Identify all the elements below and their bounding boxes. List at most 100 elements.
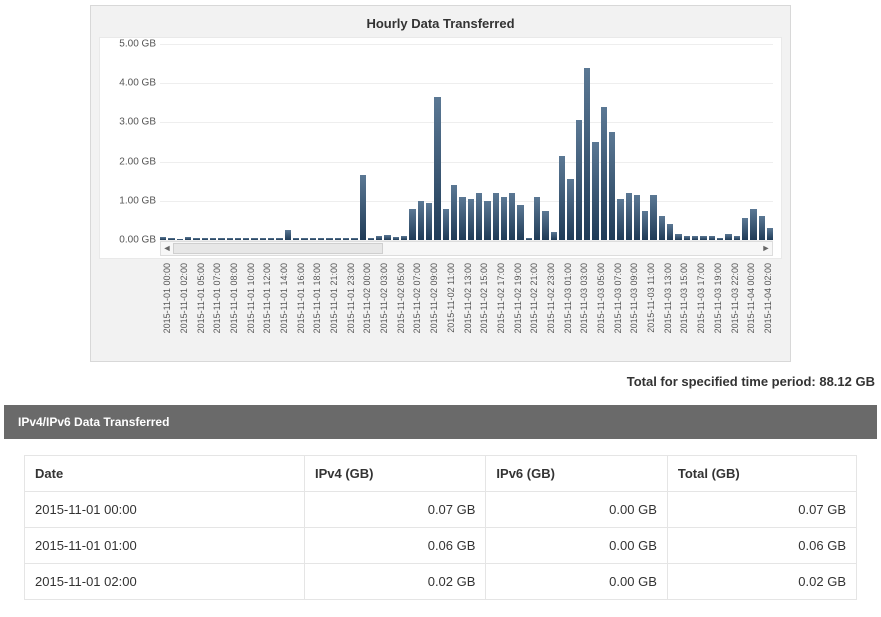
chart-bar bbox=[468, 199, 474, 240]
chart-bar bbox=[376, 236, 382, 240]
chart-x-tick: 2015-11-01 10:00 bbox=[242, 263, 248, 353]
chart-x-tick: 2015-11-02 05:00 bbox=[393, 263, 399, 353]
chart-x-tick: 2015-11-02 17:00 bbox=[493, 263, 499, 353]
chart-bar bbox=[260, 238, 266, 240]
chart-bar bbox=[542, 211, 548, 240]
chart-scroll-right-icon[interactable]: ► bbox=[760, 243, 772, 254]
chart-x-tick: 2015-11-03 11:00 bbox=[643, 263, 649, 353]
chart-x-tick bbox=[668, 263, 674, 353]
chart-x-tick bbox=[184, 263, 190, 353]
chart-bar bbox=[650, 195, 656, 240]
chart-bar bbox=[509, 193, 515, 240]
table-header-row: Date IPv4 (GB) IPv6 (GB) Total (GB) bbox=[25, 456, 857, 492]
chart-x-tick: 2015-11-01 00:00 bbox=[159, 263, 165, 353]
chart-x-tick: 2015-11-03 22:00 bbox=[726, 263, 732, 353]
total-summary-label: Total for specified time period: bbox=[627, 374, 820, 389]
chart-bar bbox=[384, 235, 390, 240]
chart-bar bbox=[393, 237, 399, 240]
chart-x-tick: 2015-11-04 02:00 bbox=[760, 263, 766, 353]
chart-x-tick bbox=[651, 263, 657, 353]
chart-x-tick: 2015-11-02 11:00 bbox=[443, 263, 449, 353]
chart-bar bbox=[476, 193, 482, 240]
chart-bar bbox=[617, 199, 623, 240]
table-row: 2015-11-01 00:000.07 GB0.00 GB0.07 GB bbox=[25, 492, 857, 528]
chart-x-tick bbox=[484, 263, 490, 353]
chart-plot-area bbox=[160, 44, 773, 240]
chart-bar bbox=[368, 238, 374, 240]
chart-bar bbox=[235, 238, 241, 240]
cell-total: 0.06 GB bbox=[667, 528, 856, 564]
chart-x-tick bbox=[217, 263, 223, 353]
chart-plot: 0.00 GB1.00 GB2.00 GB3.00 GB4.00 GB5.00 … bbox=[99, 37, 782, 259]
chart-x-tick bbox=[351, 263, 357, 353]
chart-x-tick: 2015-11-02 00:00 bbox=[359, 263, 365, 353]
chart-scroll-left-icon[interactable]: ◄ bbox=[161, 243, 173, 254]
chart-x-tick bbox=[434, 263, 440, 353]
chart-bar bbox=[193, 238, 199, 240]
chart-x-tick bbox=[468, 263, 474, 353]
cell-ipv4: 0.07 GB bbox=[304, 492, 485, 528]
chart-bar bbox=[443, 209, 449, 240]
chart-bar bbox=[725, 234, 731, 240]
table-section-header: IPv4/IPv6 Data Transferred bbox=[4, 405, 877, 439]
chart-x-tick: 2015-11-01 12:00 bbox=[259, 263, 265, 353]
chart-bar bbox=[160, 237, 166, 240]
chart-x-tick bbox=[368, 263, 374, 353]
chart-bar bbox=[409, 209, 415, 240]
chart-bar bbox=[750, 209, 756, 240]
chart-x-tick: 2015-11-03 09:00 bbox=[626, 263, 632, 353]
chart-bar bbox=[335, 238, 341, 240]
chart-x-tick: 2015-11-01 14:00 bbox=[276, 263, 282, 353]
chart-bar bbox=[493, 193, 499, 240]
chart-bar bbox=[276, 238, 282, 240]
cell-ipv6: 0.00 GB bbox=[486, 528, 667, 564]
chart-bar bbox=[634, 195, 640, 240]
chart-bar bbox=[210, 238, 216, 240]
chart-x-tick bbox=[751, 263, 757, 353]
chart-x-tick: 2015-11-01 02:00 bbox=[176, 263, 182, 353]
chart-x-tick: 2015-11-02 03:00 bbox=[376, 263, 382, 353]
col-total: Total (GB) bbox=[667, 456, 856, 492]
chart-x-tick: 2015-11-02 15:00 bbox=[476, 263, 482, 353]
chart-x-tick: 2015-11-01 23:00 bbox=[343, 263, 349, 353]
chart-bar bbox=[218, 238, 224, 240]
chart-x-tick bbox=[718, 263, 724, 353]
chart-scrollbar[interactable]: ◄ ► bbox=[160, 241, 773, 256]
chart-x-tick bbox=[167, 263, 173, 353]
chart-bar bbox=[251, 238, 257, 240]
chart-bar bbox=[684, 236, 690, 240]
chart-scroll-thumb[interactable] bbox=[173, 243, 383, 254]
chart-x-tick bbox=[301, 263, 307, 353]
chart-x-tick: 2015-11-01 07:00 bbox=[209, 263, 215, 353]
chart-bar bbox=[426, 203, 432, 240]
chart-x-tick bbox=[418, 263, 424, 353]
chart-x-tick: 2015-11-03 03:00 bbox=[576, 263, 582, 353]
chart-bar bbox=[501, 197, 507, 240]
chart-x-tick: 2015-11-04 00:00 bbox=[743, 263, 749, 353]
chart-bar bbox=[418, 201, 424, 240]
cell-date: 2015-11-01 01:00 bbox=[25, 528, 305, 564]
chart-bar bbox=[293, 238, 299, 240]
table-row: 2015-11-01 02:000.02 GB0.00 GB0.02 GB bbox=[25, 564, 857, 600]
chart-x-axis: 2015-11-01 00:00 2015-11-01 02:00 2015-11-… bbox=[159, 263, 774, 353]
chart-x-tick bbox=[534, 263, 540, 353]
col-date: Date bbox=[25, 456, 305, 492]
chart-bar bbox=[351, 238, 357, 240]
chart-bar bbox=[567, 179, 573, 240]
chart-x-tick bbox=[735, 263, 741, 353]
chart-x-tick bbox=[635, 263, 641, 353]
chart-x-tick bbox=[451, 263, 457, 353]
chart-x-tick bbox=[267, 263, 273, 353]
chart-x-tick: 2015-11-02 07:00 bbox=[409, 263, 415, 353]
chart-bar bbox=[177, 239, 183, 240]
cell-ipv6: 0.00 GB bbox=[486, 492, 667, 528]
chart-x-tick bbox=[568, 263, 574, 353]
chart-x-tick: 2015-11-02 09:00 bbox=[426, 263, 432, 353]
chart-bar bbox=[268, 238, 274, 240]
chart-bar bbox=[667, 224, 673, 240]
chart-y-tick: 4.00 GB bbox=[119, 78, 156, 89]
chart-x-tick: 2015-11-03 13:00 bbox=[660, 263, 666, 353]
data-transfer-table: Date IPv4 (GB) IPv6 (GB) Total (GB) 2015… bbox=[24, 455, 857, 600]
chart-x-tick: 2015-11-01 05:00 bbox=[192, 263, 198, 353]
chart-x-tick bbox=[234, 263, 240, 353]
